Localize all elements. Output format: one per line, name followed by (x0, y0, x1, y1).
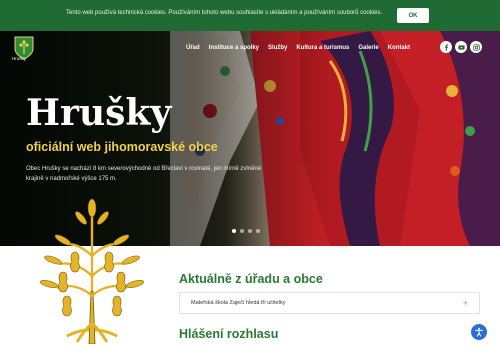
slider-dot[interactable] (248, 229, 252, 233)
news-section-title: Aktuálně z úřadu a obce (179, 272, 323, 286)
cookie-bar: Tento web používá technická cookies. Pou… (0, 0, 500, 31)
nav-item-galerie[interactable]: Galerie (358, 45, 378, 51)
cookie-ok-button[interactable]: OK (397, 8, 429, 23)
logo-label: Hrušky (12, 56, 27, 61)
hero-title: Hrušky (26, 92, 172, 134)
social-links (440, 41, 482, 53)
main-nav: Úřad Instituce a spolky Služby Kultura a… (186, 45, 419, 51)
nav-item-urad[interactable]: Úřad (186, 45, 200, 51)
nav-item-kultura[interactable]: Kultura a turismus (296, 45, 349, 51)
accessibility-button[interactable] (471, 324, 487, 340)
slider-dot[interactable] (232, 229, 236, 233)
accessibility-icon (475, 327, 483, 337)
broadcast-section-title: Hlášení rozhlasu (179, 327, 279, 341)
hero-subtitle: oficiální web jihomoravské obce (26, 140, 218, 154)
slider-dot[interactable] (256, 229, 260, 233)
instagram-icon[interactable] (470, 41, 482, 53)
slider-dot[interactable] (240, 229, 244, 233)
cookie-text: Tento web používá technická cookies. Pou… (66, 10, 383, 16)
plus-icon[interactable]: + (463, 298, 468, 308)
nav-item-sluzby[interactable]: Služby (268, 45, 287, 51)
pear-tree-emblem (40, 198, 144, 344)
youtube-icon[interactable] (455, 41, 467, 53)
nav-item-instituce[interactable]: Instituce a spolky (209, 45, 259, 51)
nav-item-kontakt[interactable]: Kontakt (388, 45, 410, 51)
facebook-icon[interactable] (440, 41, 452, 53)
news-item-label: Mateřská škola Zaječí hledá tři učitelky (191, 300, 286, 306)
slider-dots (232, 229, 260, 233)
hero-description: Obec Hrušky se nachází 8 km severovýchod… (26, 166, 262, 182)
news-accordion-item[interactable]: Mateřská škola Zaječí hledá tři učitelky… (179, 292, 480, 314)
